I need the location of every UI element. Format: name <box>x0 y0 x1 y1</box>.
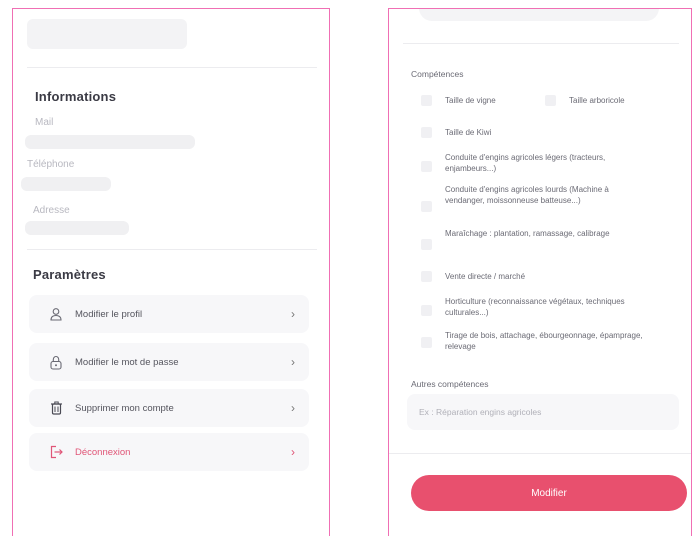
checkbox-tirage-bois[interactable] <box>421 337 432 348</box>
address-label: Adresse <box>33 205 70 216</box>
logout-icon <box>47 443 65 461</box>
lock-icon <box>47 353 65 371</box>
option-taille-vigne: Taille de vigne <box>445 96 496 105</box>
top-divider <box>403 43 679 44</box>
chevron-right-icon: › <box>291 307 295 321</box>
checkbox-engins-legers[interactable] <box>421 161 432 172</box>
option-taille-kiwi: Taille de Kiwi <box>445 128 492 137</box>
checkbox-vente-directe[interactable] <box>421 271 432 282</box>
parametres-title: Paramètres <box>33 267 106 282</box>
option-tirage-bois: Tirage de bois, attachage, ébourgeonnage… <box>445 331 643 351</box>
logout-button[interactable]: Déconnexion › <box>29 433 309 471</box>
top-card-remnant <box>419 9 659 21</box>
chevron-right-icon: › <box>291 401 295 415</box>
other-skills-label: Autres compétences <box>411 379 489 389</box>
delete-account-button[interactable]: Supprimer mon compte › <box>29 389 309 427</box>
chevron-right-icon: › <box>291 355 295 369</box>
option-engins-lourds: Conduite d'engins agricoles lourds (Mach… <box>445 185 609 205</box>
other-skills-input[interactable]: Ex : Réparation engins agricoles <box>407 394 679 430</box>
bottom-divider <box>389 453 691 454</box>
checkbox-taille-kiwi[interactable] <box>421 127 432 138</box>
header-divider <box>27 67 317 68</box>
delete-account-label: Supprimer mon compte <box>75 402 174 414</box>
profile-name-placeholder <box>27 19 187 49</box>
edit-password-button[interactable]: Modifier le mot de passe › <box>29 343 309 381</box>
trash-icon <box>47 399 65 417</box>
edit-password-label: Modifier le mot de passe <box>75 356 179 368</box>
mail-value <box>25 135 195 149</box>
option-vente-directe: Vente directe / marché <box>445 272 526 281</box>
phone-value <box>21 177 111 191</box>
user-icon <box>47 305 65 323</box>
option-engins-legers: Conduite d'engins agricoles légers (trac… <box>445 153 606 173</box>
phone-label: Téléphone <box>27 159 75 170</box>
edit-profile-button[interactable]: Modifier le profil › <box>29 295 309 333</box>
competences-label: Compétences <box>411 69 464 79</box>
option-horticulture: Horticulture (reconnaissance végétaux, t… <box>445 297 625 317</box>
chevron-right-icon: › <box>291 445 295 459</box>
checkbox-taille-vigne[interactable] <box>421 95 432 106</box>
option-maraichage: Maraîchage : plantation, ramassage, cali… <box>445 229 610 238</box>
mail-label: Mail <box>35 117 54 128</box>
submit-button[interactable]: Modifier <box>411 475 687 511</box>
section-divider <box>27 249 317 250</box>
checkbox-horticulture[interactable] <box>421 305 432 316</box>
checkbox-taille-arboricole[interactable] <box>545 95 556 106</box>
logout-label: Déconnexion <box>75 446 131 458</box>
address-value <box>25 221 129 235</box>
informations-title: Informations <box>35 89 117 104</box>
checkbox-maraichage[interactable] <box>421 239 432 250</box>
edit-profile-label: Modifier le profil <box>75 308 143 320</box>
profile-screen: Informations Mail Téléphone Adresse Para… <box>12 8 330 536</box>
option-taille-arboricole: Taille arboricole <box>569 96 625 105</box>
checkbox-engins-lourds[interactable] <box>421 201 432 212</box>
skills-edit-screen: Compétences Taille de vigne Taille arbor… <box>388 8 692 536</box>
